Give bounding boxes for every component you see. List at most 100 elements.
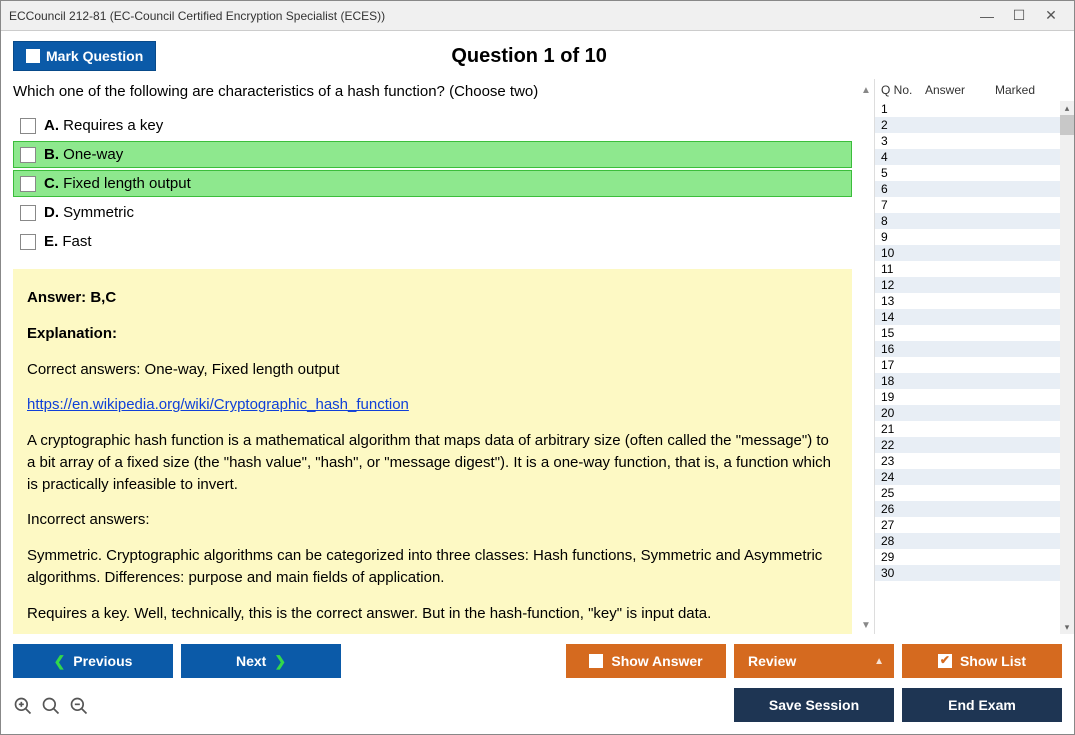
explanation-para1: A cryptographic hash function is a mathe… — [27, 430, 838, 495]
sidebar-row[interactable]: 5 — [875, 165, 1074, 181]
chevron-right-icon: ❯ — [274, 653, 286, 670]
option-A[interactable]: A. Requires a key — [13, 112, 852, 139]
sidebar-qno: 19 — [881, 390, 925, 404]
show-list-button[interactable]: Show List — [902, 644, 1062, 678]
next-button[interactable]: Next ❯ — [181, 644, 341, 678]
scroll-up-icon[interactable]: ▲ — [861, 85, 871, 99]
zoom-in-icon[interactable] — [41, 696, 61, 716]
option-E[interactable]: E. Fast — [13, 228, 852, 255]
sidebar-row[interactable]: 8 — [875, 213, 1074, 229]
option-C[interactable]: C. Fixed length output — [13, 170, 852, 197]
titlebar: ECCouncil 212-81 (EC-Council Certified E… — [1, 1, 1074, 31]
sidebar-row[interactable]: 3 — [875, 133, 1074, 149]
footer-row-1: ❮ Previous Next ❯ Show Answer Review ▲ S… — [13, 644, 1062, 678]
option-checkbox-icon[interactable] — [20, 118, 36, 134]
option-checkbox-icon[interactable] — [20, 147, 36, 163]
sidebar-row[interactable]: 20 — [875, 405, 1074, 421]
sidebar-row[interactable]: 22 — [875, 437, 1074, 453]
sidebar-qno: 5 — [881, 166, 925, 180]
question-pane: Which one of the following are character… — [1, 79, 858, 634]
zoom-out-icon[interactable] — [69, 696, 89, 716]
answer-label: Answer: B,C — [27, 289, 116, 306]
sidebar-qno: 24 — [881, 470, 925, 484]
sidebar-row[interactable]: 1 — [875, 101, 1074, 117]
window-title: ECCouncil 212-81 (EC-Council Certified E… — [9, 9, 980, 23]
sidebar-qno: 17 — [881, 358, 925, 372]
mark-question-button[interactable]: Mark Question — [13, 41, 156, 71]
option-B[interactable]: B. One-way — [13, 141, 852, 168]
end-exam-button[interactable]: End Exam — [902, 688, 1062, 722]
sidebar-qno: 13 — [881, 294, 925, 308]
mark-question-label: Mark Question — [46, 48, 143, 64]
sidebar-qno: 7 — [881, 198, 925, 212]
option-D[interactable]: D. Symmetric — [13, 199, 852, 226]
explanation-para3: Requires a key. Well, technically, this … — [27, 603, 838, 625]
col-marked: Marked — [995, 83, 1068, 97]
sidebar-scroll-thumb[interactable] — [1060, 115, 1074, 135]
scroll-down-icon[interactable]: ▼ — [861, 620, 871, 634]
explanation-heading: Explanation: — [27, 325, 117, 342]
sidebar-row[interactable]: 27 — [875, 517, 1074, 533]
sidebar-qno: 27 — [881, 518, 925, 532]
sidebar-row[interactable]: 19 — [875, 389, 1074, 405]
option-checkbox-icon[interactable] — [20, 205, 36, 221]
option-text: C. Fixed length output — [44, 175, 191, 192]
sidebar-row[interactable]: 25 — [875, 485, 1074, 501]
sidebar-row[interactable]: 16 — [875, 341, 1074, 357]
sidebar-row[interactable]: 17 — [875, 357, 1074, 373]
sidebar-row[interactable]: 29 — [875, 549, 1074, 565]
sidebar-row[interactable]: 12 — [875, 277, 1074, 293]
question-text: Which one of the following are character… — [13, 79, 858, 112]
sidebar-row[interactable]: 9 — [875, 229, 1074, 245]
sidebar-qno: 15 — [881, 326, 925, 340]
sidebar-qno: 8 — [881, 214, 925, 228]
sidebar-qno: 26 — [881, 502, 925, 516]
sidebar-list: 1234567891011121314151617181920212223242… — [875, 101, 1074, 634]
sidebar-row[interactable]: 15 — [875, 325, 1074, 341]
sidebar-row[interactable]: 4 — [875, 149, 1074, 165]
previous-button[interactable]: ❮ Previous — [13, 644, 173, 678]
minimize-icon[interactable]: — — [980, 9, 994, 23]
sidebar-row[interactable]: 28 — [875, 533, 1074, 549]
sidebar-qno: 9 — [881, 230, 925, 244]
sidebar-row[interactable]: 24 — [875, 469, 1074, 485]
col-qno: Q No. — [881, 83, 925, 97]
sidebar-row[interactable]: 2 — [875, 117, 1074, 133]
zoom-reset-icon[interactable] — [13, 696, 33, 716]
sidebar-row[interactable]: 30 — [875, 565, 1074, 581]
header-row: Mark Question Question 1 of 10 — [1, 31, 1074, 79]
explanation-link[interactable]: https://en.wikipedia.org/wiki/Cryptograp… — [27, 396, 409, 413]
show-answer-button[interactable]: Show Answer — [566, 644, 726, 678]
dropdown-arrow-icon: ▲ — [874, 656, 884, 667]
option-checkbox-icon[interactable] — [20, 176, 36, 192]
sidebar-row[interactable]: 14 — [875, 309, 1074, 325]
options-list: A. Requires a keyB. One-way C. Fixed leng… — [13, 112, 858, 269]
sidebar-row[interactable]: 23 — [875, 453, 1074, 469]
maximize-icon[interactable]: ☐ — [1012, 9, 1026, 23]
question-scrollbar[interactable]: ▲ ▼ — [858, 79, 874, 634]
sidebar-scroll-up-icon[interactable]: ▴ — [1060, 101, 1074, 115]
question-counter-title: Question 1 of 10 — [156, 45, 902, 68]
explanation-incorrect-heading: Incorrect answers: — [27, 509, 838, 531]
sidebar-row[interactable]: 10 — [875, 245, 1074, 261]
sidebar-row[interactable]: 18 — [875, 373, 1074, 389]
window-controls: — ☐ ✕ — [980, 9, 1066, 23]
sidebar-row[interactable]: 6 — [875, 181, 1074, 197]
option-text: E. Fast — [44, 233, 92, 250]
sidebar-qno: 14 — [881, 310, 925, 324]
sidebar-qno: 12 — [881, 278, 925, 292]
sidebar-row[interactable]: 13 — [875, 293, 1074, 309]
review-label: Review — [748, 653, 796, 669]
sidebar-scrollbar[interactable]: ▴ ▾ — [1060, 101, 1074, 634]
save-session-button[interactable]: Save Session — [734, 688, 894, 722]
sidebar-row[interactable]: 7 — [875, 197, 1074, 213]
option-checkbox-icon[interactable] — [20, 234, 36, 250]
question-list-sidebar: Q No. Answer Marked 12345678910111213141… — [874, 79, 1074, 634]
sidebar-row[interactable]: 11 — [875, 261, 1074, 277]
explanation-para2: Symmetric. Cryptographic algorithms can … — [27, 545, 838, 589]
review-button[interactable]: Review ▲ — [734, 644, 894, 678]
sidebar-row[interactable]: 26 — [875, 501, 1074, 517]
sidebar-row[interactable]: 21 — [875, 421, 1074, 437]
close-icon[interactable]: ✕ — [1044, 9, 1058, 23]
sidebar-scroll-down-icon[interactable]: ▾ — [1060, 620, 1074, 634]
